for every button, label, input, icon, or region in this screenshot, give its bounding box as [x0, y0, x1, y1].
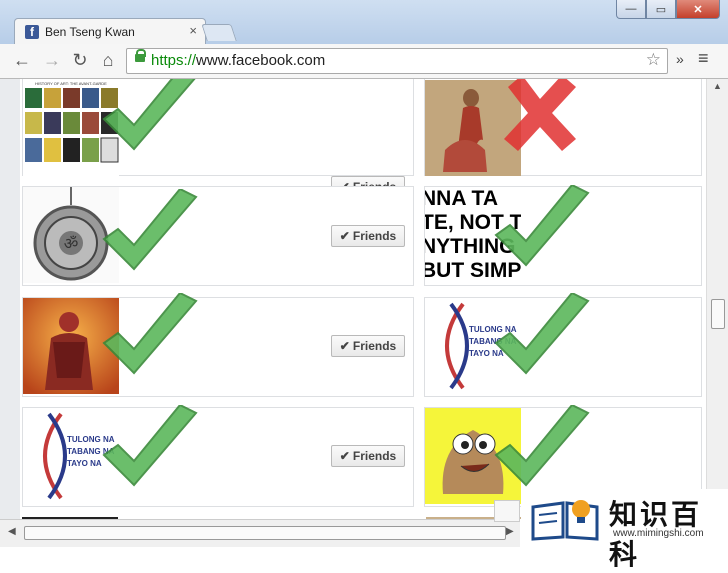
window-controls: — ▭ ✕ — [616, 0, 720, 19]
approve-check-icon — [494, 293, 590, 375]
reload-button[interactable]: ↻ — [68, 50, 92, 71]
facebook-favicon-icon: f — [25, 25, 39, 39]
tab-close-icon[interactable]: × — [189, 23, 197, 38]
new-tab-button[interactable] — [201, 24, 237, 41]
lock-icon — [135, 49, 146, 62]
approve-check-icon — [102, 293, 198, 375]
bookmark-star-icon[interactable]: ☆ — [646, 50, 661, 70]
check-icon: ✔ — [339, 339, 350, 353]
forward-button[interactable]: → — [40, 50, 64, 71]
extensions-overflow-button[interactable]: » — [676, 51, 684, 67]
svg-text:ॐ: ॐ — [64, 234, 79, 253]
vertical-scrollbar[interactable]: ▲ ▼ — [706, 79, 728, 519]
friends-grid: HISTORY OF ART: THE AVANT-GARDE ✔Friends — [0, 79, 706, 519]
scroll-right-icon[interactable]: ▶ — [506, 526, 514, 537]
browser-titlebar: f Ben Tseng Kwan × — ▭ ✕ — [0, 0, 728, 45]
horizontal-scrollbar[interactable]: ◀ ▶ — [0, 519, 520, 547]
chrome-menu-button[interactable]: ≡ — [698, 48, 709, 69]
friend-card: HISTORY OF ART: THE AVANT-GARDE ✔Friends — [22, 79, 414, 198]
scroll-left-icon[interactable]: ◀ — [8, 526, 16, 537]
approve-check-icon — [102, 189, 198, 271]
friend-card: ✔ Friends — [22, 297, 414, 397]
maximize-button[interactable]: ▭ — [646, 0, 676, 19]
watermark-url: www.mimingshi.com — [613, 528, 704, 539]
close-window-button[interactable]: ✕ — [676, 0, 720, 19]
address-bar[interactable]: https://www.facebook.com ☆ — [126, 48, 668, 74]
page-gutter — [0, 79, 20, 519]
browser-tab[interactable]: f Ben Tseng Kwan × — [14, 18, 206, 45]
approve-check-icon — [102, 405, 198, 487]
check-icon: ✔ — [339, 449, 350, 463]
horizontal-scroll-thumb[interactable] — [24, 526, 506, 540]
watermark: 知识百科 www.mimingshi.com — [521, 489, 728, 570]
friends-button[interactable]: ✔Friends — [331, 445, 405, 467]
reject-x-icon — [504, 79, 576, 151]
scroll-up-icon[interactable]: ▲ — [713, 81, 722, 91]
browser-toolbar: ← → ↻ ⌂ https://www.facebook.com ☆ » ≡ — [0, 44, 728, 79]
vertical-scroll-thumb[interactable] — [711, 299, 725, 329]
back-button[interactable]: ← — [10, 50, 34, 71]
approve-check-icon — [494, 185, 590, 267]
approve-check-icon — [494, 405, 590, 487]
minimize-button[interactable]: — — [616, 0, 646, 19]
friend-card: ॐ ✔ Friends — [22, 186, 414, 286]
approve-check-icon — [102, 79, 196, 151]
url-text: https://www.facebook.com — [151, 52, 326, 69]
friend-card: TULONG NA TABANG NA TAYO NA ✔ Friends — [22, 407, 414, 507]
collage-caption: HISTORY OF ART: THE AVANT-GARDE — [35, 81, 107, 86]
tab-title: Ben Tseng Kwan — [45, 25, 135, 39]
svg-text:TAYO NA: TAYO NA — [67, 459, 102, 468]
chat-sidebar-icon[interactable] — [494, 500, 520, 522]
home-button[interactable]: ⌂ — [96, 50, 120, 71]
friends-button[interactable]: ✔Friends — [331, 335, 405, 357]
book-lightbulb-logo-icon — [531, 500, 599, 541]
friends-button[interactable]: ✔Friends — [331, 225, 405, 247]
check-icon: ✔ — [339, 229, 350, 243]
